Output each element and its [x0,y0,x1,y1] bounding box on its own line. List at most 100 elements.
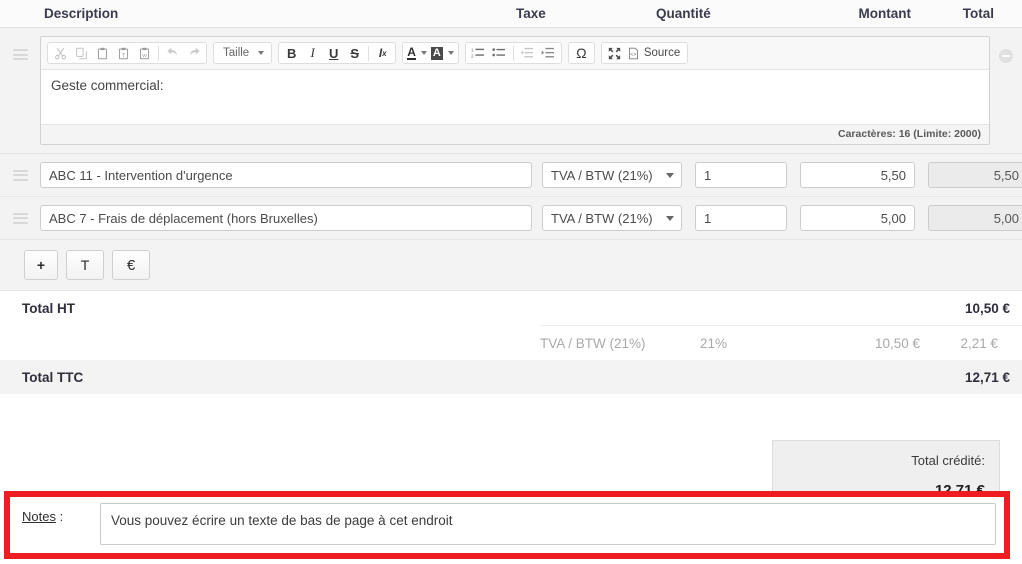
cut-icon[interactable] [50,43,71,63]
toolbar-separator [368,45,370,61]
outdent-icon[interactable] [517,43,538,63]
vat-name: TVA / BTW (21%) [540,335,646,351]
copy-icon[interactable] [71,43,92,63]
strikethrough-icon[interactable]: S [344,43,365,63]
font-size-select[interactable]: Taille [216,43,269,63]
svg-text:<>: <> [630,51,636,57]
tax-select[interactable] [542,162,682,188]
source-button-label: Source [643,47,681,59]
editor-line-row: T W Taille B I U S I x A A 1 2 Ω <> Sour… [0,28,1022,154]
notes-highlight-box: Notes : Vous pouvez écrire un texte de b… [4,491,1010,559]
table-row [0,154,1022,197]
table-header: Description Taxe Quantité Montant Total [0,0,1022,28]
line-total-field [928,205,1022,231]
line-actions-toolbar: + T € [0,240,1022,291]
text-color-icon[interactable]: A [405,43,429,63]
vat-rate: 21% [700,335,728,351]
rich-text-editor[interactable]: T W Taille B I U S I x A A 1 2 Ω <> Sour… [40,36,990,145]
vat-breakdown-row: TVA / BTW (21%) 21% 10,50 € 2,21 € [540,325,1022,360]
credit-total-label: Total crédité: [911,453,985,468]
undo-icon[interactable] [162,43,183,63]
quantity-input[interactable] [695,162,787,188]
maximize-icon[interactable] [604,43,625,63]
quantity-input[interactable] [695,205,787,231]
cell-description [40,205,532,231]
vat-amount: 2,21 € [960,335,998,351]
amount-input[interactable] [800,205,915,231]
omega-icon[interactable]: Ω [571,43,592,63]
chevron-down-icon [258,51,265,55]
paste-text-icon[interactable]: T [113,43,134,63]
bold-icon[interactable]: B [281,43,302,63]
toolbar-separator [512,45,514,61]
editor-row-gutter [0,36,40,60]
toolbar-separator [158,45,159,61]
toolbar-group-colors: A A [402,42,459,64]
source-icon[interactable]: <> Source [625,43,685,63]
editor-toolbar: T W Taille B I U S I x A A 1 2 Ω <> Sour… [41,37,989,70]
cell-montant [787,162,915,188]
paste-word-icon[interactable]: W [134,43,155,63]
add-line-button[interactable]: + [24,250,58,280]
column-header-taxe: Taxe [516,6,546,21]
cell-total [915,162,1022,188]
cell-quantite [682,162,787,188]
paste-icon[interactable] [92,43,113,63]
redo-icon[interactable] [183,43,204,63]
editor-char-counter: Caractères: 16 (Limite: 2000) [41,125,989,144]
vat-base: 10,50 € [874,335,920,351]
invoice-lines-page: Description Taxe Quantité Montant Total [0,0,1022,564]
total-ttc-row: Total TTC 12,71 € [0,360,1022,394]
drag-handle-icon[interactable] [12,212,28,224]
cell-taxe [532,162,682,188]
description-input[interactable] [40,162,532,188]
font-size-select-label: Taille [223,47,250,59]
toolbar-group-size[interactable]: Taille [213,42,273,64]
total-ht-label: Total HT [22,300,75,316]
notes-label: Notes : [10,497,100,524]
column-header-description: Description [44,6,119,21]
toolbar-group-special: Ω [567,42,595,64]
description-input[interactable] [40,205,532,231]
amount-input[interactable] [800,162,915,188]
cell-montant [787,205,915,231]
editor-content-area[interactable]: Geste commercial: [41,70,989,125]
background-color-icon[interactable]: A [429,43,456,63]
toolbar-group-lists: 1 2 [464,42,562,64]
drag-handle-icon[interactable] [12,169,28,181]
column-header-montant: Montant [858,6,911,21]
tax-select[interactable] [542,205,682,231]
remove-format-icon[interactable]: Ix [372,43,393,63]
total-ht-row: Total HT 10,50 € [0,291,1022,325]
svg-text:1: 1 [471,47,474,52]
numbered-list-icon[interactable]: 1 2 [468,43,489,63]
notes-textarea[interactable]: Vous pouvez écrire un texte de bas de pa… [100,503,996,545]
svg-text:2: 2 [471,53,474,58]
toolbar-group-view: <> Source [600,42,689,64]
line-items-zone: T W Taille B I U S I x A A 1 2 Ω <> Sour… [0,28,1022,291]
total-ttc-label: Total TTC [22,369,84,385]
drag-handle-icon[interactable] [12,49,28,60]
line-total-field [928,162,1022,188]
cell-total [915,205,1022,231]
toolbar-group-formatting: B I U S Ix [278,42,397,64]
total-ttc-value: 12,71 € [964,369,1010,385]
add-amount-button[interactable]: € [112,250,150,280]
indent-icon[interactable] [538,43,559,63]
column-header-quantite: Quantité [656,6,711,21]
bulleted-list-icon[interactable] [489,43,510,63]
remove-line-icon[interactable] [999,49,1013,63]
total-ht-value: 10,50 € [964,300,1010,316]
italic-icon[interactable]: I [302,43,323,63]
notes-label-text: Notes [22,509,56,524]
add-text-button[interactable]: T [66,250,104,280]
remove-editor-line-cell [990,36,1022,63]
spacer [0,394,1022,436]
chevron-down-icon [420,51,427,55]
cell-taxe [532,205,682,231]
totals-section: Total HT 10,50 € TVA / BTW (21%) 21% 10,… [0,291,1022,394]
notes-label-suffix: : [55,509,64,524]
toolbar-group-clipboard: T W [47,42,207,64]
underline-icon[interactable]: U [323,43,344,63]
column-header-total: Total [962,6,994,21]
